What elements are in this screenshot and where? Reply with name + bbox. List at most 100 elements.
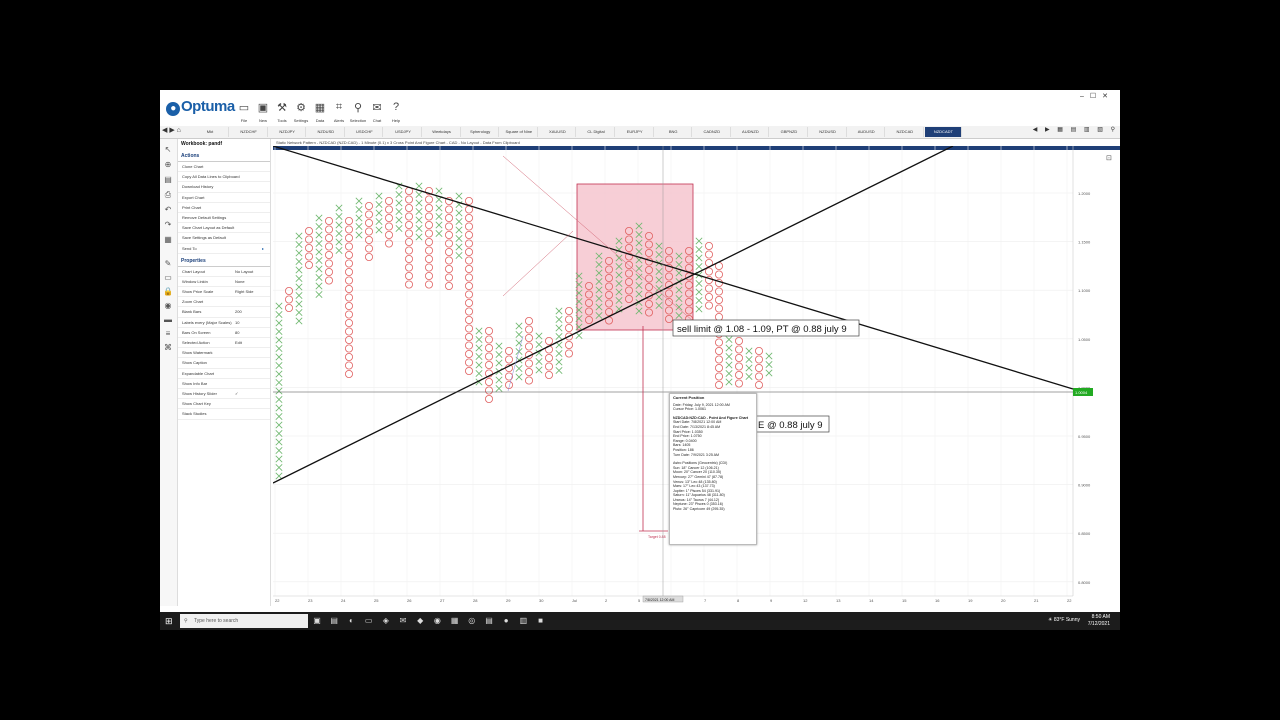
property-row[interactable]: Stack Studies [178,409,270,420]
action-item[interactable]: Remove Default Settings [178,213,270,224]
property-value[interactable]: 80 [235,328,239,337]
property-row[interactable]: Zoom Chart [178,297,270,308]
vscode-icon[interactable]: ◆ [415,616,425,626]
word-icon[interactable]: ▤ [484,616,494,626]
eye-icon[interactable]: ◉ [163,301,173,311]
home-icon[interactable]: ⌂ [177,127,181,134]
ribbon-button-help[interactable]: ? Help [388,101,404,123]
optuma-icon[interactable]: ◎ [467,616,477,626]
undo-icon[interactable]: ↶ [163,205,173,215]
layers-icon[interactable]: ≡ [163,329,173,339]
property-value[interactable]: Edit [235,338,242,347]
action-item[interactable]: Clone Chart [178,162,270,173]
property-value[interactable]: Right Side [235,287,253,296]
ribbon-button-selection[interactable]: ⚲ Selection [350,101,366,123]
tab-weekdays[interactable]: Weekdays [424,127,461,137]
property-row[interactable]: Show Watermark [178,348,270,359]
property-row[interactable]: Bars On Screen 80 [178,328,270,338]
action-item[interactable]: Send To ▸ [178,244,270,254]
ribbon-button-tools[interactable]: ⚒ Tools [274,101,290,123]
property-row[interactable]: Show History Slider ✓ [178,389,270,400]
action-item[interactable]: Download History [178,182,270,193]
tab-nzdusd[interactable]: NZDUSD [810,127,847,137]
tab-mkt[interactable]: Mkt [192,127,229,137]
action-item[interactable]: Print Chart [178,203,270,213]
property-value[interactable]: No Layout [235,267,253,276]
tab-eurjpy[interactable]: EURJPY [617,127,654,137]
pencil-icon[interactable]: ✎ [163,259,173,269]
zoom-icon[interactable]: ⊕ [163,160,173,170]
tab-nzdjpy[interactable]: NZDJPY [269,127,307,137]
task-view-icon[interactable]: ▣ [312,616,322,626]
excel-icon[interactable]: ▥ [518,616,528,626]
tab-tools[interactable]: ◀ ▶ ▦ ▤ ▥ ▧ ⚲ [1033,126,1118,133]
property-row[interactable]: Chart Layout No Layout [178,267,270,277]
tree-icon[interactable]: ⌘ [163,343,173,353]
grid-icon[interactable]: ▦ [163,235,173,245]
action-item[interactable]: Copy All Data Lines to Clipboard [178,172,270,183]
ribbon-button-file[interactable]: ▭ File [236,101,252,123]
property-row[interactable]: Blank Bars 200 [178,307,270,318]
downtrend-line[interactable] [272,145,1074,390]
taskbar-search-input[interactable]: ⚲ Type here to search [180,614,308,628]
property-row[interactable]: Show Info Bar [178,379,270,389]
tab-cadnzd[interactable]: CADNZD [694,127,731,137]
tab-audusd[interactable]: AUDUSD [848,127,886,137]
action-item[interactable]: Save Settings as Default [178,233,270,244]
record-icon[interactable]: ■ [536,616,546,626]
tab-bng[interactable]: BNG [655,127,693,137]
ruler-icon[interactable]: ▬ [163,315,173,325]
eraser-icon[interactable]: ▭ [163,273,173,283]
action-item[interactable]: Save Chart Layout as Default [178,223,270,234]
action-item[interactable]: Export Chart [178,193,270,203]
tab-nzdchf[interactable]: NZDCHF [231,127,268,137]
property-value[interactable]: None [235,277,245,286]
pointer-icon[interactable]: ↖ [163,145,173,155]
save-icon[interactable]: ▤ [163,175,173,185]
property-value[interactable]: ✓ [235,389,238,398]
nav-arrows[interactable]: ◀ ▶ ⌂ [162,126,181,134]
widgets-icon[interactable]: ▤ [329,616,339,626]
ribbon-button-alerts[interactable]: ⌗ Alerts [331,101,347,123]
edge-icon[interactable]: ◐ [346,616,356,626]
tab-gbpnzd[interactable]: GBPNZD [771,127,808,137]
property-row[interactable]: Window Linkin None [178,277,270,288]
tab-cl-digital[interactable]: CL Digital [578,127,615,137]
property-value[interactable]: 10 [235,318,239,327]
tab-nzdcadt[interactable]: NZDCADT [925,127,963,137]
lock-icon[interactable]: 🔒 [163,287,173,297]
property-row[interactable]: Selected Action Edit [178,338,270,349]
property-row[interactable]: Expandable Chart [178,369,270,379]
tab-square-of-nine[interactable]: Square of Nine [501,127,538,137]
ribbon-button-settings[interactable]: ⚙ Settings [293,101,309,123]
clock[interactable]: 8:50 AM 7/12/2021 [1088,614,1110,628]
store-icon[interactable]: ◈ [381,616,391,626]
lock-icon[interactable]: ⊡ [1106,155,1112,162]
ribbon-button-chat[interactable]: ✉ Chat [369,101,385,123]
tab-nzdcad[interactable]: NZDCAD [887,127,924,137]
sell-zone-rectangle[interactable] [576,183,694,331]
mail-icon[interactable]: ✉ [398,616,408,626]
tab-nzdusd[interactable]: NZDUSD [308,127,345,137]
start-icon[interactable]: ⊞ [165,616,175,626]
property-row[interactable]: Show Chart Key [178,399,270,410]
tab-xauusd[interactable]: XAUUSD [539,127,577,137]
tab-usdjpy[interactable]: USDJPY [385,127,422,137]
redo-icon[interactable]: ↷ [163,220,173,230]
camtasia-icon[interactable]: ● [501,616,511,626]
tab-usdchf[interactable]: USDCHF [346,127,384,137]
tab-audnzd[interactable]: AUDNZD [732,127,770,137]
chrome-icon[interactable]: ◉ [432,616,442,626]
teams-icon[interactable]: ▦ [450,616,460,626]
print-icon[interactable]: ⎙ [163,190,173,200]
property-row[interactable]: Labels every (Major Scales) 10 [178,318,270,328]
pink-line [502,230,574,297]
property-value[interactable]: 200 [235,307,242,316]
property-row[interactable]: Show Caption [178,358,270,369]
property-row[interactable]: Show Price Scale Right Side [178,287,270,298]
window-controls[interactable]: –☐✕ [1080,92,1114,100]
ribbon-button-new[interactable]: ▣ New [255,101,271,123]
explorer-icon[interactable]: ▭ [364,616,374,626]
tab-spherology[interactable]: Spherology [462,127,500,137]
ribbon-button-data[interactable]: ▦ Data [312,101,328,123]
